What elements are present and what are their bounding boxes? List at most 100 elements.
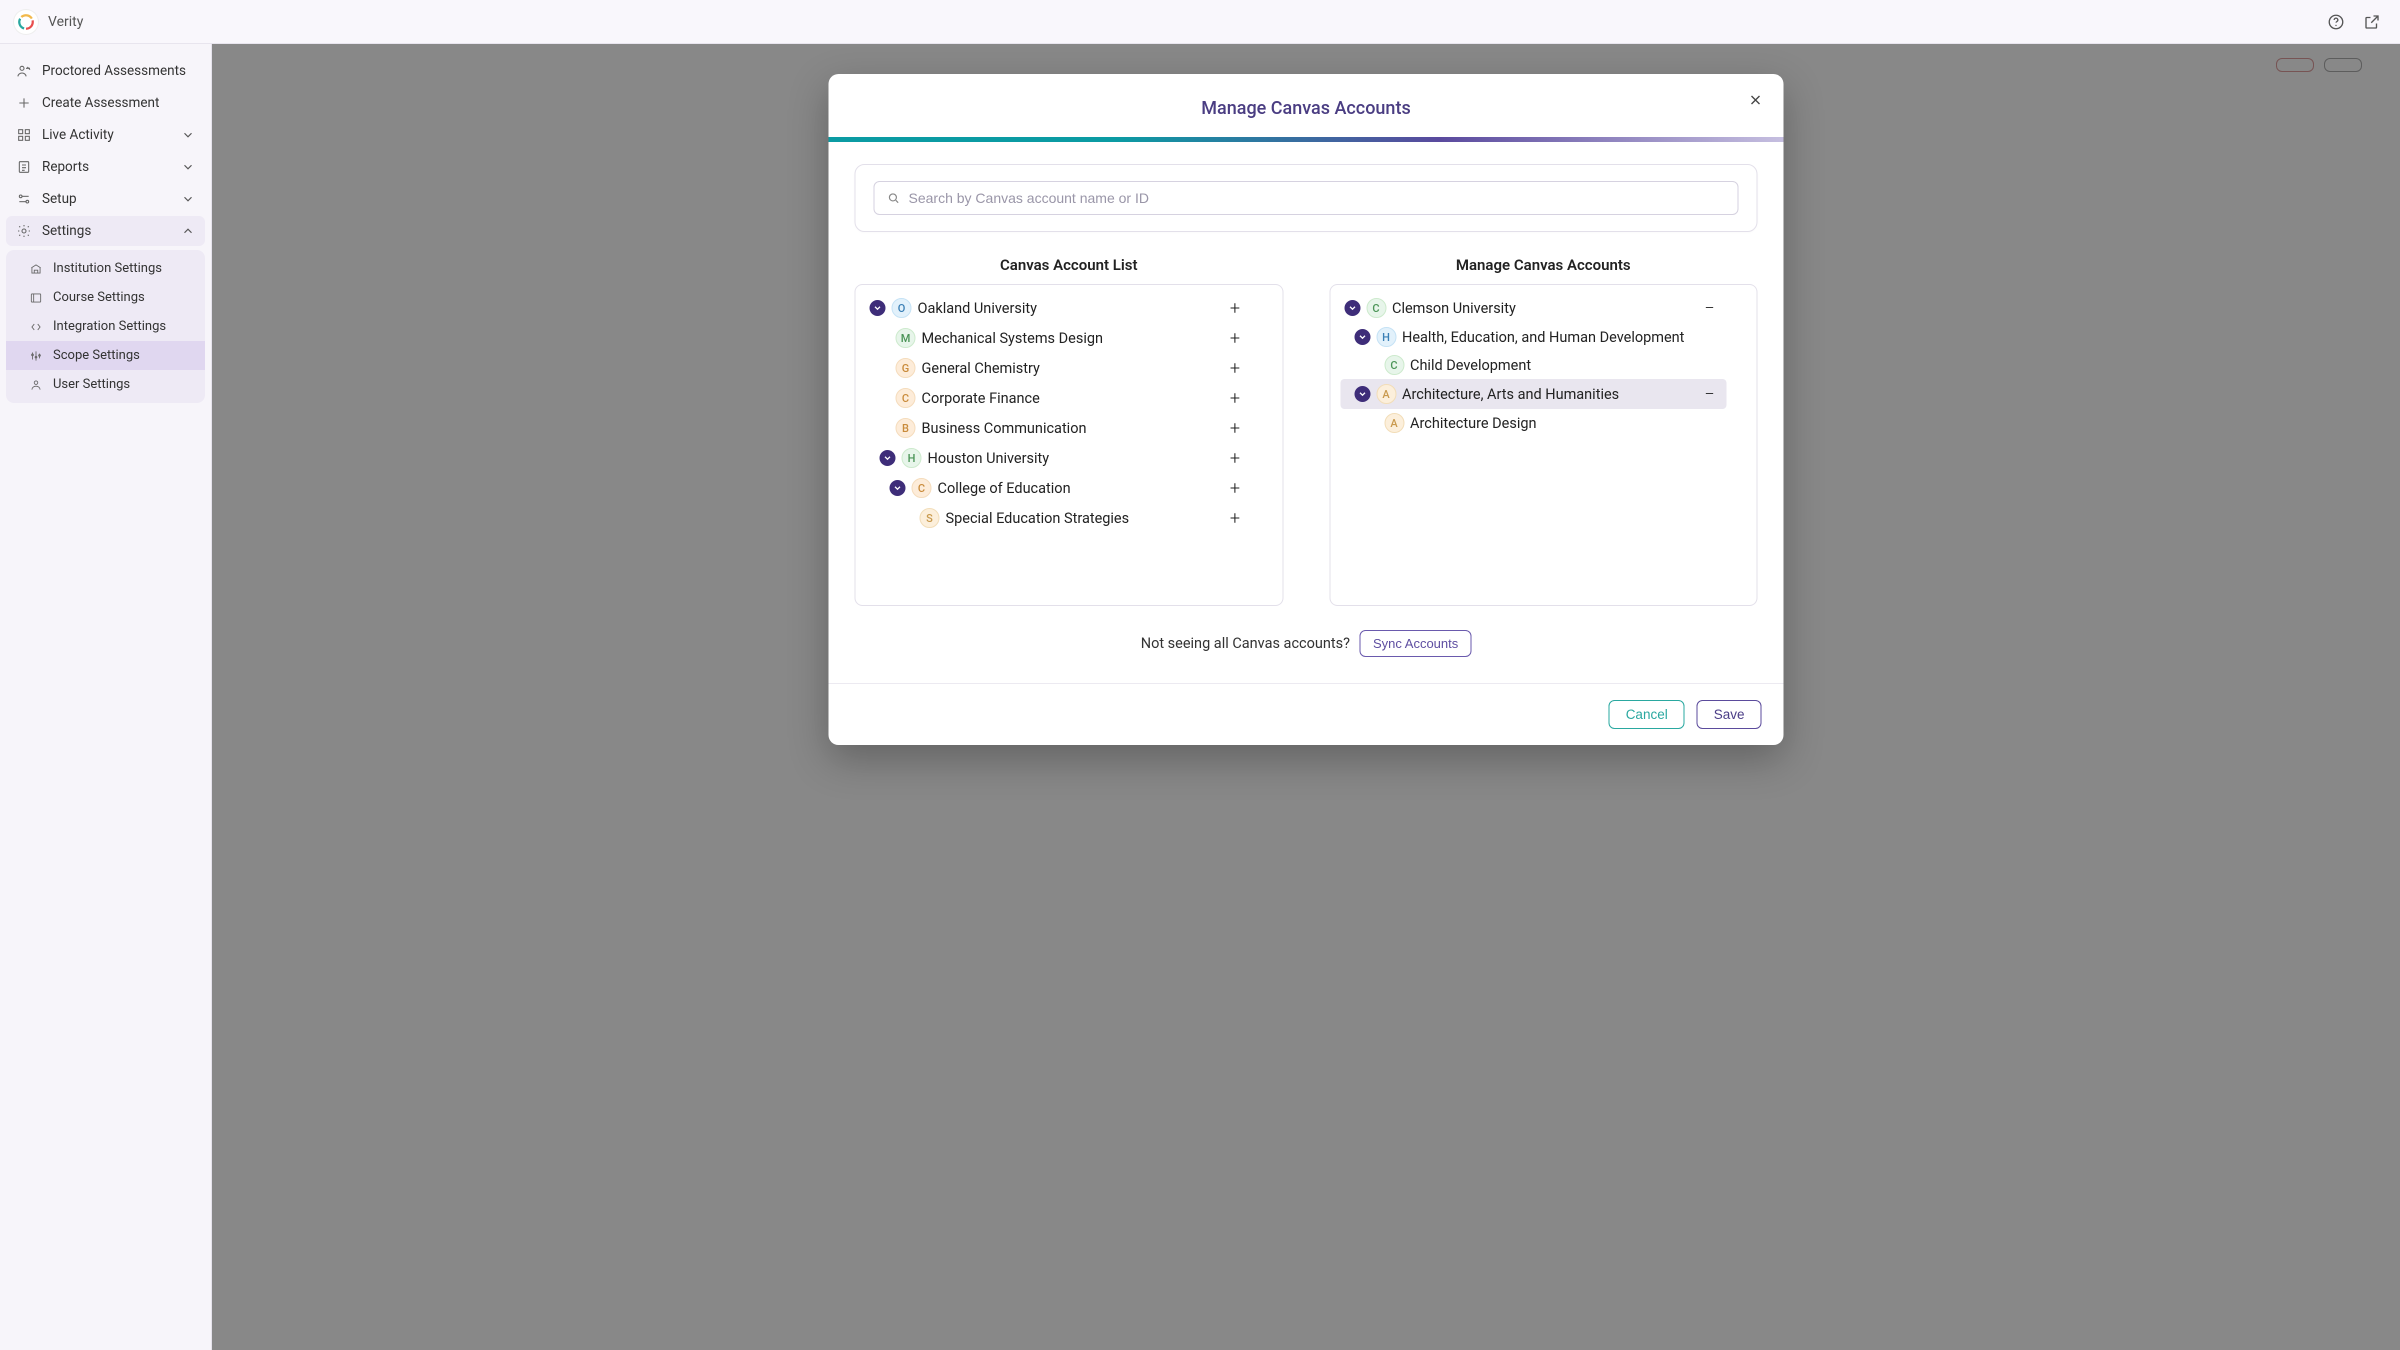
canvas-account-list-box[interactable]: O Oakland University + M Mechanical Systems … — [855, 284, 1284, 606]
sub-item-course-settings[interactable]: Course Settings — [6, 283, 205, 312]
gear-icon — [16, 223, 32, 239]
sub-item-integration-settings[interactable]: Integration Settings — [6, 312, 205, 341]
add-icon[interactable]: + — [1224, 357, 1246, 379]
tree-row[interactable]: CClemson University− — [1340, 293, 1727, 323]
sidebar: Proctored Assessments Create Assessment … — [0, 44, 212, 1350]
tree-row-name: College of Education — [938, 480, 1219, 497]
chevron-down-icon — [181, 160, 195, 174]
save-button[interactable]: Save — [1697, 700, 1762, 729]
sidebar-item-live-activity[interactable]: Live Activity — [6, 120, 205, 150]
expand-caret-icon[interactable] — [880, 450, 896, 466]
tree-row[interactable]: S Special Education Strategies + — [866, 503, 1253, 533]
account-badge: C — [912, 478, 932, 498]
plus-icon — [16, 95, 32, 111]
integration-icon — [28, 319, 43, 334]
close-icon[interactable] — [1744, 88, 1768, 112]
tree-row[interactable]: C College of Education + — [866, 473, 1253, 503]
tree-row-name: Business Communication — [922, 420, 1219, 437]
grid-icon — [16, 127, 32, 143]
tree-row-name: Mechanical Systems Design — [922, 330, 1219, 347]
tree-row[interactable]: AArchitecture, Arts and Humanities− — [1340, 379, 1727, 409]
add-icon[interactable]: + — [1224, 417, 1246, 439]
chevron-up-icon — [181, 224, 195, 238]
add-icon[interactable]: + — [1224, 507, 1246, 529]
tree-row[interactable]: G General Chemistry + — [866, 353, 1253, 383]
account-badge: S — [920, 508, 940, 528]
remove-icon[interactable]: − — [1699, 297, 1721, 319]
account-badge: M — [896, 328, 916, 348]
add-icon[interactable]: + — [1224, 387, 1246, 409]
cancel-button[interactable]: Cancel — [1609, 700, 1685, 729]
tree-row-name: Special Education Strategies — [946, 510, 1219, 527]
reports-icon — [16, 159, 32, 175]
remove-icon[interactable]: − — [1699, 383, 1721, 405]
account-badge: O — [892, 298, 912, 318]
sub-item-scope-settings[interactable]: Scope Settings — [6, 341, 205, 370]
account-badge: C — [896, 388, 916, 408]
tree-row[interactable]: CChild Development — [1340, 351, 1727, 379]
sidebar-item-label: Settings — [42, 223, 171, 239]
sync-accounts-button[interactable]: Sync Accounts — [1360, 630, 1471, 657]
chevron-down-icon — [181, 192, 195, 206]
tree-row-name: Oakland University — [918, 300, 1219, 317]
sidebar-item-label: Proctored Assessments — [42, 63, 195, 79]
course-icon — [28, 290, 43, 305]
add-icon[interactable]: + — [1224, 297, 1246, 319]
tree-row[interactable]: HHouston University+ — [866, 443, 1253, 473]
app-name: Verity — [48, 14, 83, 30]
search-input[interactable] — [909, 190, 1726, 206]
add-icon[interactable]: + — [1224, 447, 1246, 469]
expand-caret-icon[interactable] — [890, 480, 906, 496]
sidebar-item-create-assessment[interactable]: Create Assessment — [6, 88, 205, 118]
add-icon[interactable]: + — [1224, 327, 1246, 349]
setup-icon — [16, 191, 32, 207]
sidebar-item-reports[interactable]: Reports — [6, 152, 205, 182]
app-brand: Verity — [14, 10, 83, 34]
sub-item-user-settings[interactable]: User Settings — [6, 370, 205, 399]
tree-row[interactable]: O Oakland University + — [866, 293, 1253, 323]
settings-subgroup: Institution Settings Course Settings Int… — [6, 250, 205, 403]
user-icon — [28, 377, 43, 392]
institution-icon — [28, 261, 43, 276]
chevron-down-icon — [181, 128, 195, 142]
expand-caret-icon[interactable] — [1354, 329, 1370, 345]
tree-row[interactable]: BBusiness Communication+ — [866, 413, 1253, 443]
expand-caret-icon[interactable] — [870, 300, 886, 316]
external-link-icon[interactable] — [2358, 8, 2386, 36]
sync-row: Not seeing all Canvas accounts? Sync Acc… — [855, 606, 1758, 673]
sync-prompt: Not seeing all Canvas accounts? — [1141, 635, 1350, 652]
sub-item-label: User Settings — [53, 377, 130, 392]
account-badge: C — [1384, 355, 1404, 375]
sidebar-item-settings[interactable]: Settings — [6, 216, 205, 246]
add-icon[interactable]: + — [1224, 477, 1246, 499]
manage-accounts-box[interactable]: CClemson University−HHealth, Education, … — [1329, 284, 1758, 606]
sub-item-label: Scope Settings — [53, 348, 140, 363]
search-card — [855, 164, 1758, 232]
manage-accounts-title: Manage Canvas Accounts — [1329, 250, 1758, 284]
sidebar-item-label: Create Assessment — [42, 95, 195, 111]
search-input-wrap[interactable] — [874, 181, 1739, 215]
sub-item-institution-settings[interactable]: Institution Settings — [6, 254, 205, 283]
tree-row-name: Architecture, Arts and Humanities — [1402, 386, 1693, 403]
sub-item-label: Course Settings — [53, 290, 145, 305]
sub-item-label: Institution Settings — [53, 261, 162, 276]
sidebar-item-proctored-assessments[interactable]: Proctored Assessments — [6, 56, 205, 86]
account-badge: H — [1376, 327, 1396, 347]
expand-caret-icon[interactable] — [1344, 300, 1360, 316]
tree-row-name: General Chemistry — [922, 360, 1219, 377]
proctored-icon — [16, 63, 32, 79]
scope-icon — [28, 348, 43, 363]
tree-row[interactable]: AArchitecture Design — [1340, 409, 1727, 437]
help-icon[interactable] — [2322, 8, 2350, 36]
app-logo — [14, 10, 38, 34]
tree-row[interactable]: M Mechanical Systems Design + — [866, 323, 1253, 353]
modal-title: Manage Canvas Accounts — [849, 98, 1764, 119]
expand-caret-icon[interactable] — [1354, 386, 1370, 402]
account-badge: G — [896, 358, 916, 378]
search-icon — [887, 191, 901, 205]
tree-row-name: Corporate Finance — [922, 390, 1219, 407]
tree-row[interactable]: HHealth, Education, and Human Developmen… — [1340, 323, 1727, 351]
sidebar-item-setup[interactable]: Setup — [6, 184, 205, 214]
tree-row[interactable]: C Corporate Finance + — [866, 383, 1253, 413]
main-area: Manage Canvas Accounts Canvas Account — [212, 44, 2400, 1350]
